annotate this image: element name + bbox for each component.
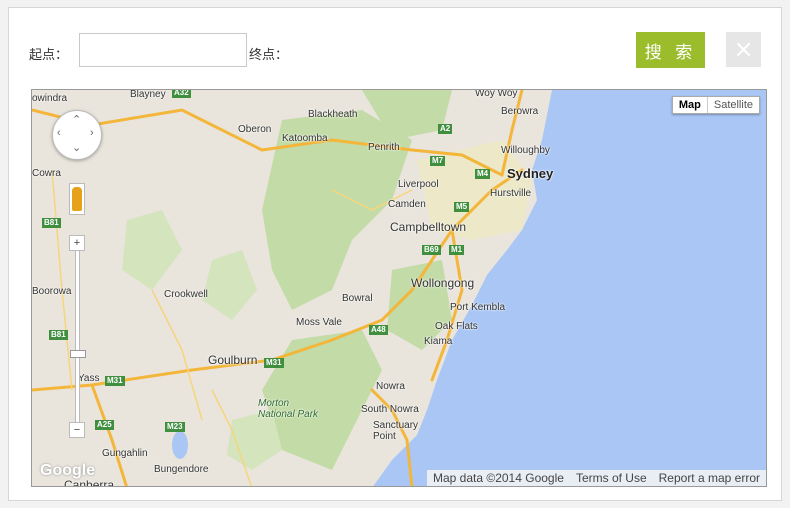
map-label-bowral: Bowral xyxy=(342,293,373,304)
route-shield-a48: A48 xyxy=(369,325,388,335)
map-label-liverpool: Liverpool xyxy=(398,179,439,190)
map-label-blayney: Blayney xyxy=(130,89,166,100)
pan-up-icon[interactable]: ⌃ xyxy=(72,113,81,126)
map-label-hurstville: Hurstville xyxy=(490,188,532,199)
map-label-kiama: Kiama xyxy=(424,336,453,347)
map-label-cowra: Cowra xyxy=(32,168,61,179)
map-label-sanctuary-point: Sanctuary Point xyxy=(373,420,419,442)
map-label-oak-flats: Oak Flats xyxy=(435,321,478,332)
end-label: 终点： xyxy=(249,47,289,62)
pegman-icon[interactable] xyxy=(69,183,85,215)
map-label-south-nowra: South Nowra xyxy=(361,404,419,415)
map-label-campbelltown: Campbelltown xyxy=(390,220,467,234)
map-label-yass: Yass xyxy=(78,373,100,384)
route-shield-a32: A32 xyxy=(172,89,191,98)
route-shield-a25: A25 xyxy=(95,420,114,430)
zoom-in-button[interactable]: + xyxy=(69,235,85,251)
map-attribution: Map data ©2014 Google Terms of Use Repor… xyxy=(427,470,766,486)
map-label-woy-woy: Woy Woy xyxy=(475,89,518,99)
route-dialog: 起点： 终点： 搜 索 × Sydney Wollongong Campbell… xyxy=(8,7,782,501)
map-label-bowindra: owindra xyxy=(32,93,68,104)
close-icon[interactable]: × xyxy=(726,32,761,67)
map-label-boorowa: Boorowa xyxy=(32,286,72,297)
route-shield-m5: M5 xyxy=(454,202,470,212)
map-label-wollongong: Wollongong xyxy=(411,276,475,290)
map-label-nowra: Nowra xyxy=(376,381,405,392)
terms-link[interactable]: Terms of Use xyxy=(570,470,653,486)
route-shield-m4: M4 xyxy=(475,169,491,179)
map-label-bungendore: Bungendore xyxy=(154,464,209,475)
route-shield-b81-a: B81 xyxy=(42,218,61,228)
start-label: 起点： xyxy=(29,47,69,62)
route-shield-b81-b: B81 xyxy=(49,330,68,340)
map-label-camden: Camden xyxy=(388,199,426,210)
zoom-slider-track[interactable] xyxy=(75,250,80,424)
map-label-blackheath: Blackheath xyxy=(308,109,358,120)
zoom-slider-thumb[interactable] xyxy=(70,350,86,358)
route-shield-m23: M23 xyxy=(165,422,185,432)
route-shield-a2: A2 xyxy=(438,124,453,134)
map-type-map-button[interactable]: Map xyxy=(673,97,708,113)
start-input[interactable] xyxy=(79,33,247,67)
map-view[interactable]: Sydney Wollongong Campbelltown Liverpool… xyxy=(31,89,767,487)
route-shield-m31-b: M31 xyxy=(264,358,284,368)
route-shield-b69: B69 xyxy=(422,245,441,255)
pan-left-icon[interactable]: ‹ xyxy=(57,127,61,139)
map-label-berowra: Berowra xyxy=(501,106,539,117)
map-type-control: Map Satellite xyxy=(671,96,760,114)
map-label-moss-vale: Moss Vale xyxy=(296,317,342,328)
pan-control[interactable]: ⌃ ⌄ ‹ › xyxy=(52,110,102,160)
pan-right-icon[interactable]: › xyxy=(90,127,94,139)
map-label-port-kembla: Port Kembla xyxy=(450,302,506,313)
search-button[interactable]: 搜 索 xyxy=(636,32,705,68)
map-label-penrith: Penrith xyxy=(368,142,400,153)
route-shield-m7: M7 xyxy=(430,156,446,166)
map-label-katoomba: Katoomba xyxy=(282,133,328,144)
map-label-goulburn: Goulburn xyxy=(208,353,258,367)
map-label-crookwell: Crookwell xyxy=(164,289,208,300)
map-label-willoughby: Willoughby xyxy=(501,145,550,156)
route-shield-m31-a: M31 xyxy=(105,376,125,386)
zoom-out-button[interactable]: − xyxy=(69,422,85,438)
report-error-link[interactable]: Report a map error xyxy=(653,470,766,486)
route-shield-m1: M1 xyxy=(449,245,465,255)
google-logo: Google xyxy=(40,462,96,479)
map-type-satellite-button[interactable]: Satellite xyxy=(708,97,759,113)
pan-down-icon[interactable]: ⌄ xyxy=(72,141,81,154)
map-label-morton-park: Morton National Park xyxy=(258,398,319,420)
map-label-oberon: Oberon xyxy=(238,124,272,135)
map-label-sydney: Sydney xyxy=(507,166,554,181)
map-data-text: Map data ©2014 Google xyxy=(433,471,564,485)
map-label-gungahlin: Gungahlin xyxy=(102,448,148,459)
